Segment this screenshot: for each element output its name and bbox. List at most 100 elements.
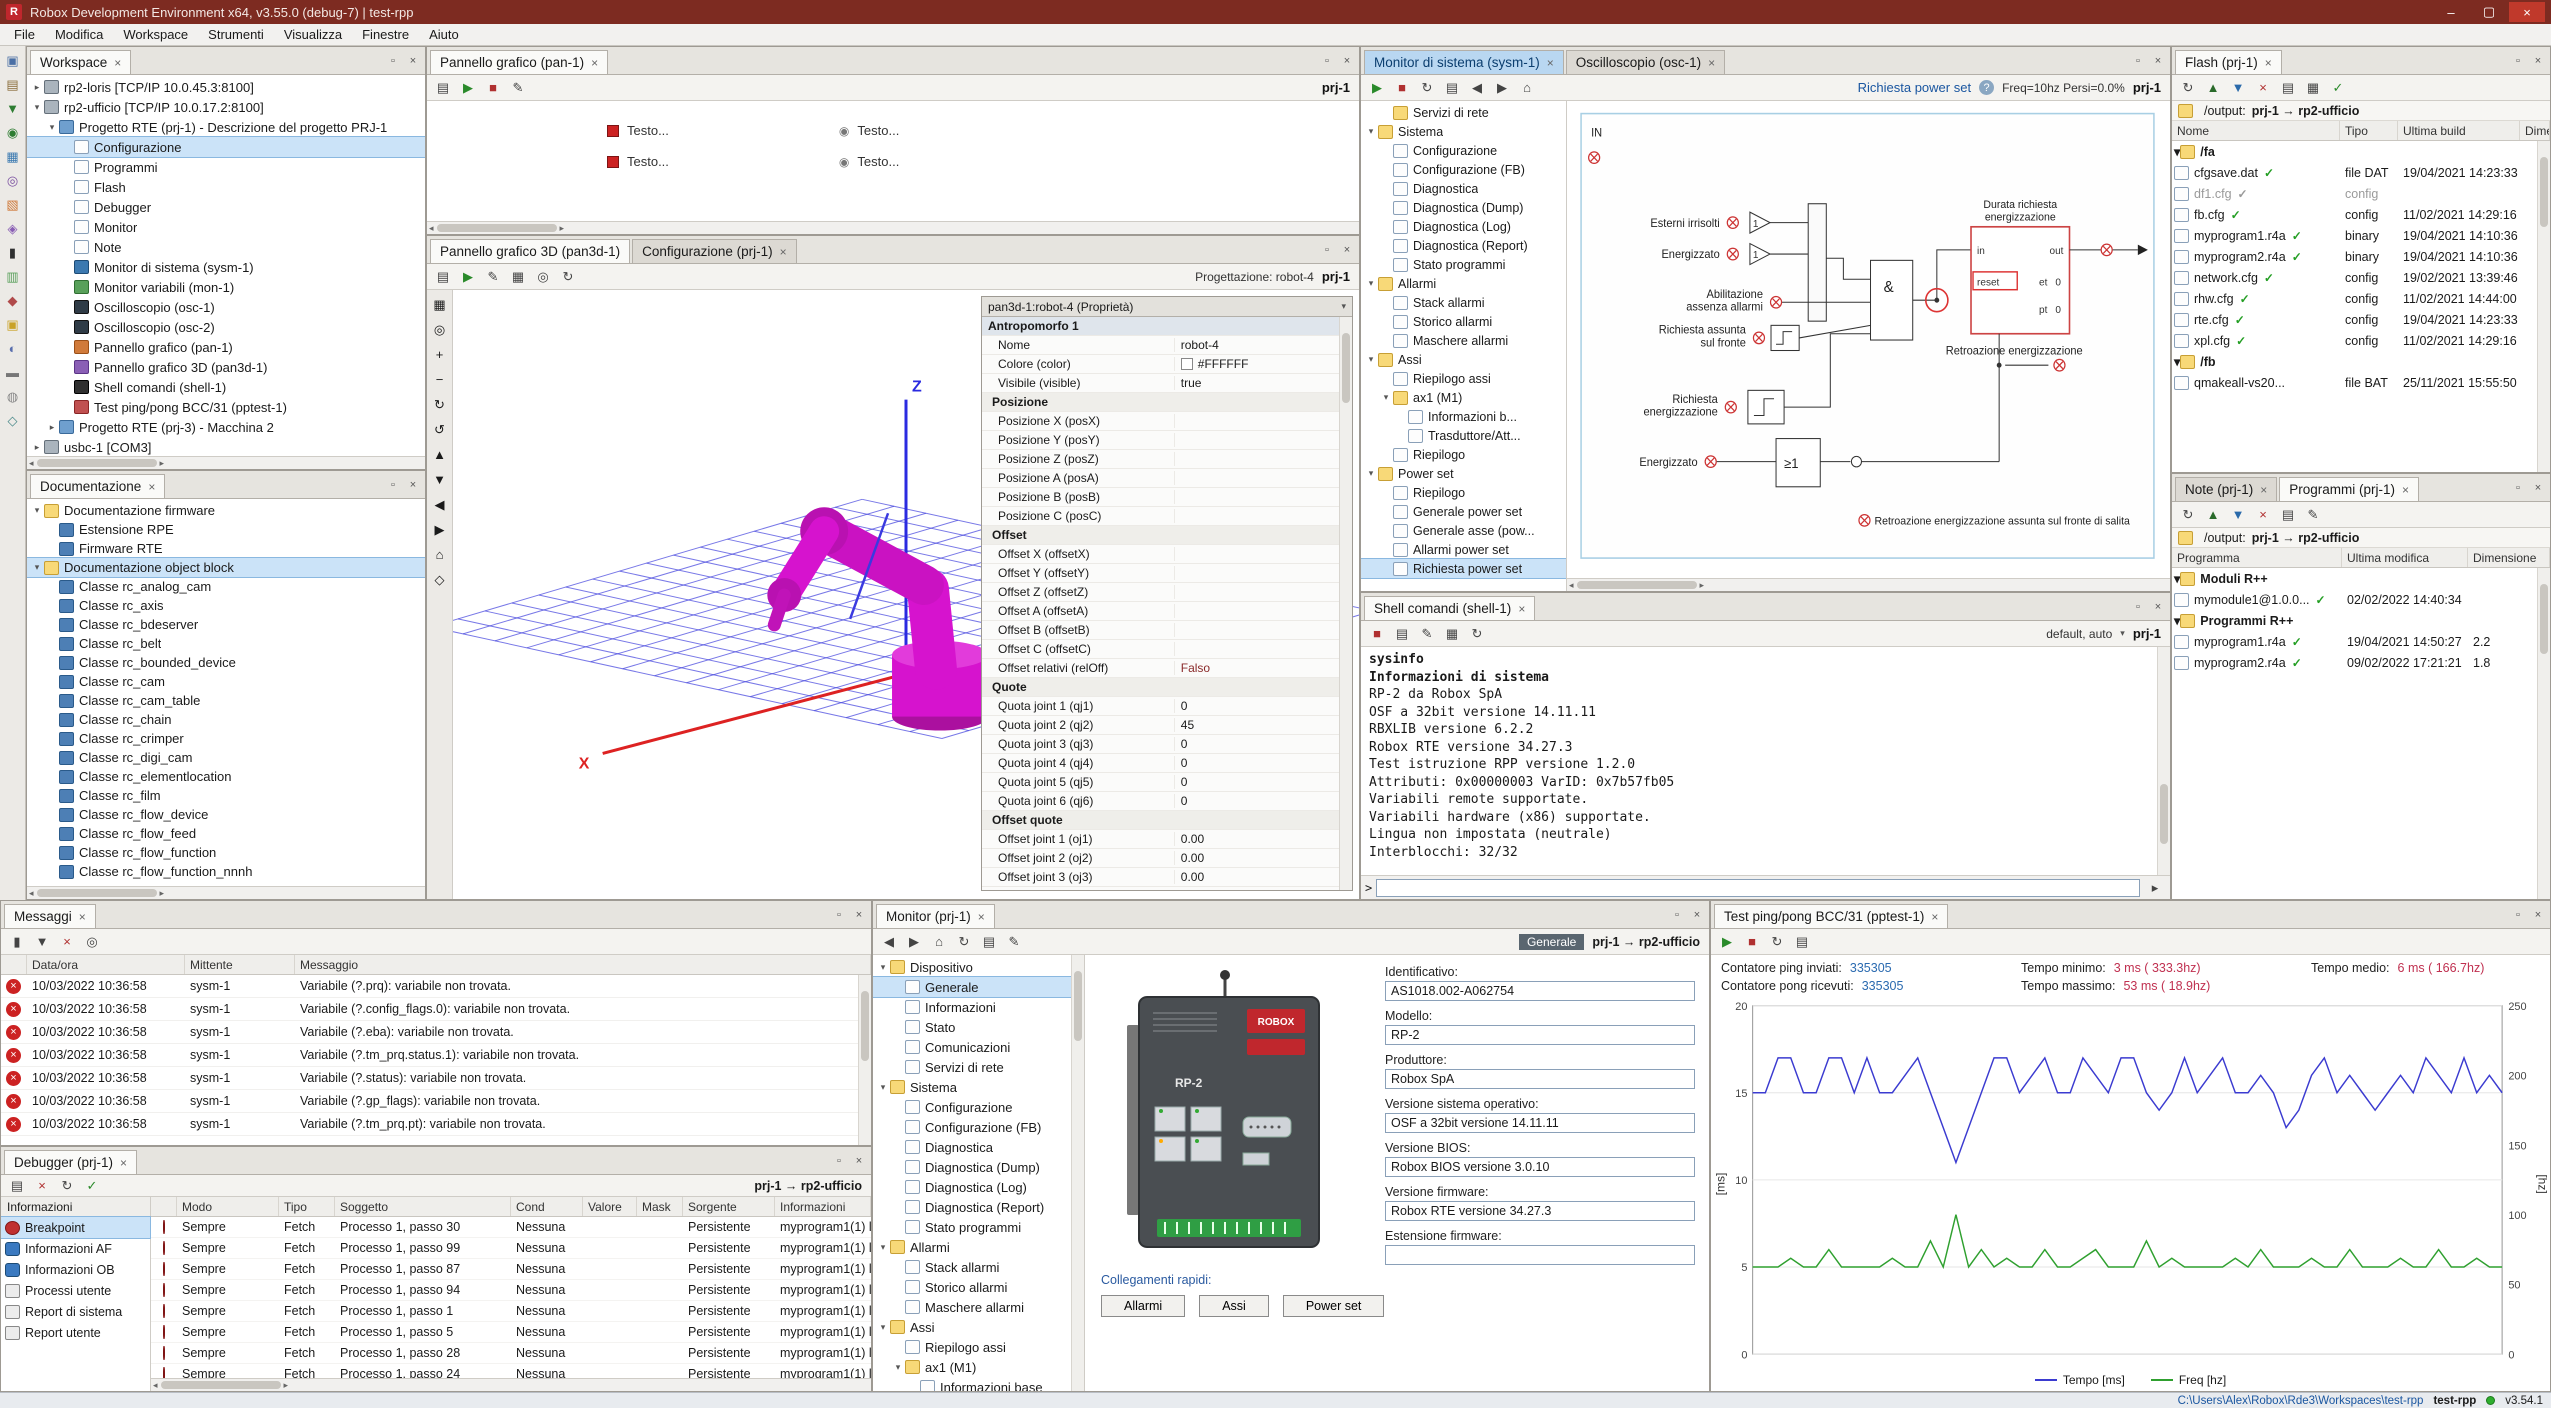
flash-row[interactable]: fb.cfg✓config11/02/2021 14:29:16 [2172, 204, 2550, 225]
expand-arrow-icon[interactable]: ▾ [891, 1362, 905, 1373]
play-icon[interactable]: ▶ [457, 266, 479, 288]
expand-arrow-icon[interactable]: ▾ [876, 962, 890, 973]
log-icon[interactable]: ▤ [1791, 931, 1813, 953]
shell-command-input[interactable] [1376, 879, 2140, 897]
flash-row[interactable]: myprogram1.r4a✓binary19/04/2021 14:10:36 [2172, 225, 2550, 246]
panel-item[interactable]: ◉Testo... [839, 123, 899, 138]
column-header-valore[interactable]: Valore [583, 1197, 637, 1216]
expand-arrow-icon[interactable]: ▾ [1364, 126, 1378, 137]
property-row[interactable]: Posizione A (posA) [982, 469, 1339, 488]
float-panel-icon[interactable]: ▫ [384, 476, 402, 494]
close-panel-icon[interactable]: × [2149, 52, 2167, 70]
list-icon[interactable]: ▤ [2277, 504, 2299, 526]
debugger-nav-item[interactable]: Informazioni OB [1, 1259, 150, 1280]
close-tab-icon[interactable]: × [148, 480, 155, 494]
column-header-modo[interactable]: Modo [177, 1197, 279, 1216]
message-row[interactable]: ×10/03/2022 10:36:58sysm-1Variabile (?.c… [1, 998, 871, 1021]
sysm-tree-item[interactable]: ▾ax1 (M1) [1361, 388, 1566, 407]
column-header-dimensione[interactable]: Dimensione [2468, 548, 2550, 567]
close-tab-icon[interactable]: × [1931, 910, 1938, 924]
property-row[interactable]: Offset joint 3 (oj3)0.00 [982, 868, 1339, 887]
vertical-scrollbar[interactable] [2537, 141, 2550, 472]
view-left-icon[interactable]: ◀ [429, 494, 450, 515]
field-input[interactable]: AS1018.002-A062754 [1385, 981, 1695, 1001]
property-value[interactable]: robot-4 [1175, 338, 1339, 352]
scroll-left-icon[interactable]: ◂ [153, 1380, 158, 1391]
current-view-link[interactable]: Richiesta power set [1858, 80, 1971, 95]
close-tab-icon[interactable]: × [1547, 56, 1554, 70]
list-icon[interactable]: ▤ [978, 931, 1000, 953]
flash-row[interactable]: myprogram2.r4a✓binary19/04/2021 14:10:36 [2172, 246, 2550, 267]
vertical-scrollbar[interactable] [1339, 317, 1352, 890]
float-panel-icon[interactable]: ▫ [2509, 906, 2527, 924]
property-row[interactable]: Quota joint 4 (qj4)0 [982, 754, 1339, 773]
workspace-tree-item[interactable]: Monitor [27, 217, 425, 237]
property-row[interactable]: Posizione X (posX) [982, 412, 1339, 431]
monitor-tree-item[interactable]: ▾Allarmi [873, 1237, 1084, 1257]
monitor-tree-item[interactable]: Diagnostica (Log) [873, 1177, 1084, 1197]
flash-row[interactable]: ▾/fb [2172, 351, 2550, 372]
list-icon[interactable]: ▤ [432, 266, 454, 288]
close-panel-icon[interactable]: × [2529, 479, 2547, 497]
property-row[interactable]: Antropomorfo 1 [982, 317, 1339, 336]
close-tab-icon[interactable]: × [114, 56, 121, 70]
close-tab-icon[interactable]: × [79, 910, 86, 924]
property-row[interactable]: Quota joint 6 (qj6)0 [982, 792, 1339, 811]
home-view-icon[interactable]: ⌂ [429, 544, 450, 565]
upload-icon[interactable]: ▲ [2202, 77, 2224, 99]
play-icon[interactable]: ▶ [1366, 77, 1388, 99]
breakpoint-row[interactable]: SempreFetchProcesso 1, passo 28NessunaPe… [151, 1343, 871, 1364]
monitor-tree-item[interactable]: Maschere allarmi [873, 1297, 1084, 1317]
oscilloscope-icon[interactable]: ◎ [2, 170, 23, 191]
expand-arrow-icon[interactable]: ▾ [1379, 392, 1393, 403]
close-tab-icon[interactable]: × [2260, 483, 2267, 497]
debugger-nav-item[interactable]: Report di sistema [1, 1301, 150, 1322]
monitor-tree-item[interactable]: Stato [873, 1017, 1084, 1037]
close-tab-icon[interactable]: × [120, 1156, 127, 1170]
menu-visualizza[interactable]: Visualizza [274, 25, 352, 44]
legend-item[interactable]: Tempo [ms] [2035, 1373, 2125, 1387]
workspace-tree-item[interactable]: Monitor variabili (mon-1) [27, 277, 425, 297]
documentation-tree-item[interactable]: Classe rc_belt [27, 634, 425, 653]
message-row[interactable]: ×10/03/2022 10:36:58sysm-1Variabile (?.s… [1, 1067, 871, 1090]
column-header-informazioni[interactable]: Informazioni [775, 1197, 871, 1216]
allarmi-button[interactable]: Allarmi [1101, 1295, 1185, 1317]
debugger-nav-item[interactable]: Processi utente [1, 1280, 150, 1301]
zoom-in-icon[interactable]: + [429, 344, 450, 365]
sysm-tree-item[interactable]: Configurazione [1361, 141, 1566, 160]
shell-profile-select[interactable]: default, auto [2046, 627, 2112, 641]
delete-icon[interactable]: × [31, 1175, 53, 1197]
message-row[interactable]: ×10/03/2022 10:36:58sysm-1Variabile (?.g… [1, 1090, 871, 1113]
monitor-tree-item[interactable]: Diagnostica (Dump) [873, 1157, 1084, 1177]
rotate-cw-icon[interactable]: ↻ [429, 394, 450, 415]
monitor-tree-item[interactable]: Stato programmi [873, 1217, 1084, 1237]
refresh-icon[interactable]: ↻ [2177, 504, 2199, 526]
property-value[interactable]: #FFFFFF [1175, 357, 1339, 371]
monitor-tree-item[interactable]: Servizi di rete [873, 1057, 1084, 1077]
close-panel-icon[interactable]: × [1338, 241, 1356, 259]
scroll-right-icon[interactable]: ▸ [284, 1380, 289, 1391]
flash-row[interactable]: network.cfg✓config19/02/2021 13:39:46 [2172, 267, 2550, 288]
property-row[interactable]: Offset joint 2 (oj2)0.00 [982, 849, 1339, 868]
clear-icon[interactable]: × [56, 931, 78, 953]
column-header-ultima-modifica[interactable]: Ultima modifica [2342, 548, 2468, 567]
float-panel-icon[interactable]: ▫ [384, 52, 402, 70]
sysm-tree-item[interactable]: Informazioni b... [1361, 407, 1566, 426]
property-row[interactable]: Quota joint 1 (qj1)0 [982, 697, 1339, 716]
sysm-tree-item[interactable]: ▾Power set [1361, 464, 1566, 483]
monitor-tree-item[interactable]: ▾Sistema [873, 1077, 1084, 1097]
refresh-icon[interactable]: ↻ [2177, 77, 2199, 99]
breakpoint-row[interactable]: SempreFetchProcesso 1, passo 99NessunaPe… [151, 1238, 871, 1259]
float-panel-icon[interactable]: ▫ [2509, 52, 2527, 70]
close-panel-icon[interactable]: × [1688, 906, 1706, 924]
monitor-tree-item[interactable]: Stack allarmi [873, 1257, 1084, 1277]
documentation-tree-item[interactable]: ▾Documentazione firmware [27, 501, 425, 520]
vertical-scrollbar[interactable] [858, 975, 871, 1145]
workspace-tree-item[interactable]: ▸usbc-1 [COM3] [27, 437, 425, 456]
scroll-thumb[interactable] [37, 459, 157, 467]
shell-output[interactable]: sysinfoInformazioni di sistemaRP-2 da Ro… [1361, 647, 2170, 875]
legend-item[interactable]: Freq [hz] [2151, 1373, 2226, 1387]
workspace-tree-item[interactable]: Note [27, 237, 425, 257]
sysm-tree-item[interactable]: ▾Assi [1361, 350, 1566, 369]
monitor-tree-item[interactable]: ▾Dispositivo [873, 957, 1084, 977]
